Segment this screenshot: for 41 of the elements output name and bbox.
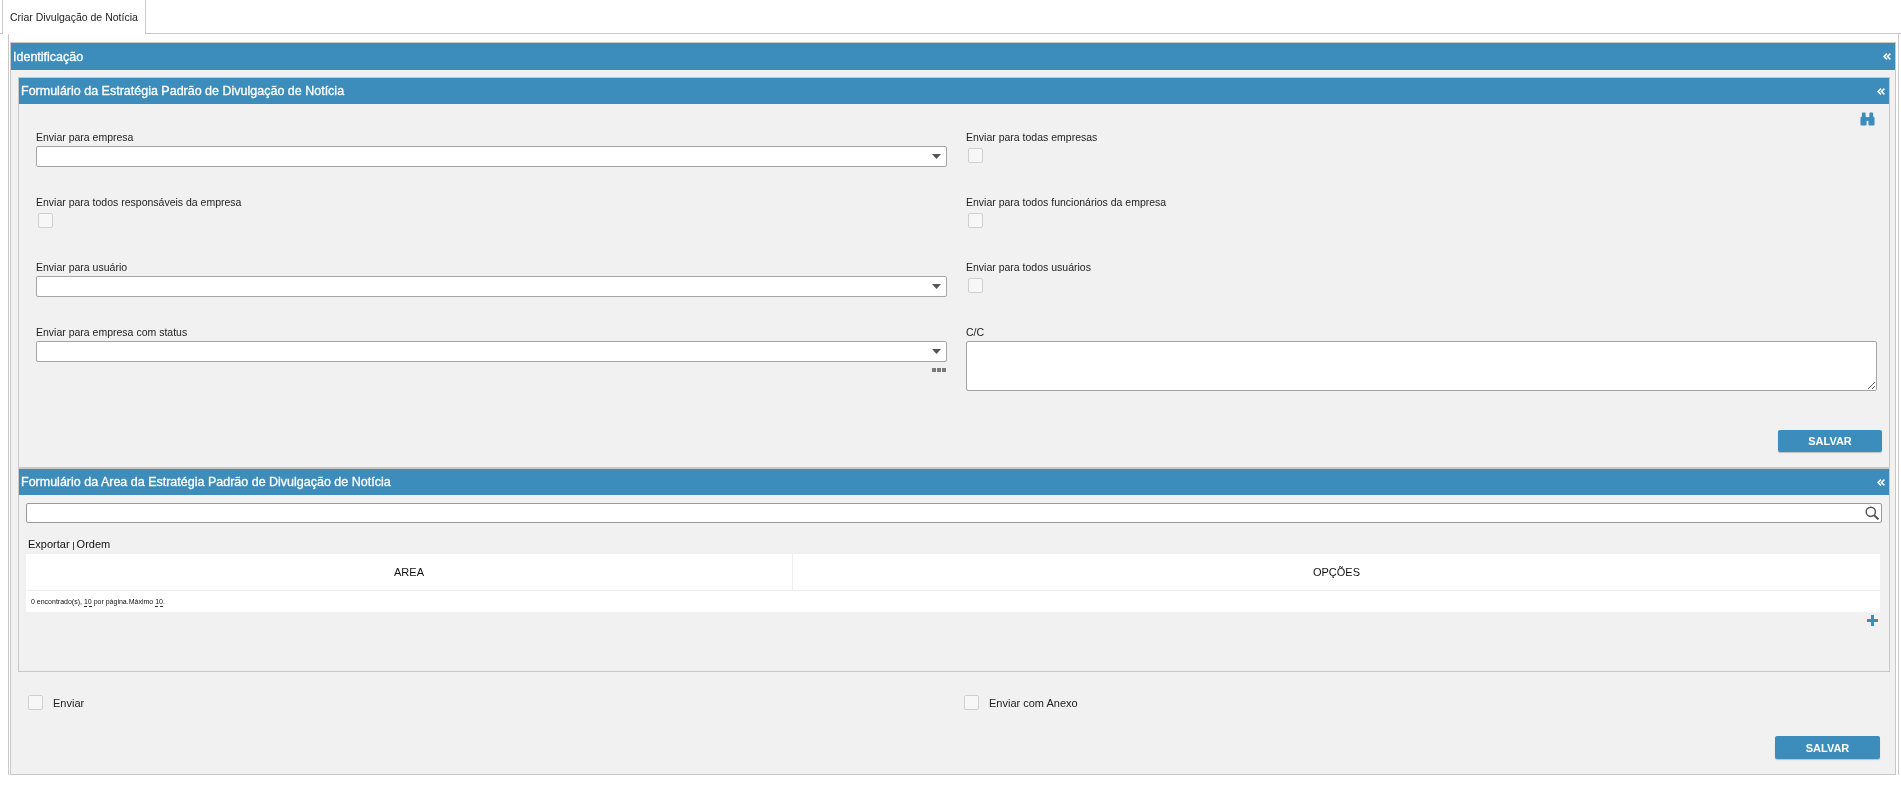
table-action-link[interactable]: Exportar [28,538,70,551]
caret-icon [932,154,941,159]
field-label: Enviar para todos responsáveis da empresa [36,196,242,209]
checkbox[interactable] [968,213,983,228]
dropdown-field[interactable] [36,146,947,167]
column-header: AREA [26,554,792,591]
text-area-field[interactable] [966,341,1877,391]
field-label: Enviar para todas empresas [966,131,1098,144]
caret-icon [932,284,941,289]
plus-icon[interactable] [1867,615,1878,626]
checkbox[interactable] [968,278,983,293]
checkbox[interactable] [968,148,983,163]
panel-title: Identificação [13,48,84,65]
save-button[interactable]: SALVAR [1775,736,1880,759]
checkbox[interactable] [964,695,979,710]
field-label: Enviar para empresa com status [36,326,188,339]
field-label: C/C [966,326,985,339]
dropdown-field[interactable] [36,341,947,362]
column-header: OPÇÕES [792,554,1880,591]
double-chevron-icon[interactable] [1877,87,1885,95]
field-label: Enviar para empresa [36,131,134,144]
field-label: Enviar para todos funcionários da empresa [966,196,1167,209]
panel-title: Formulário da Estratégia Padrão de Divulgação de Notícia [21,83,345,99]
field-label: Enviar para usuário [36,261,128,274]
save-button[interactable]: SALVAR [1778,430,1882,452]
double-chevron-icon[interactable] [1877,478,1885,486]
panel-title: Formulário da Area da Estratégia Padrão de Divulgação de Notícia [21,474,391,490]
binoculars-icon[interactable] [1860,112,1875,126]
checkbox-label: Enviar com Anexo [989,696,1078,709]
ellipsis-icon[interactable] [932,368,946,372]
double-chevron-icon[interactable] [1883,53,1891,60]
page-tab[interactable]: Criar Divulgação de Notícia [2,0,146,34]
search-field[interactable] [26,503,1882,523]
checkbox[interactable] [28,695,43,710]
checkbox[interactable] [38,213,53,228]
dropdown-field[interactable] [36,276,947,297]
caret-icon [932,349,941,354]
checkbox-label: Enviar [53,696,85,709]
search-icon[interactable] [1865,506,1879,520]
table-action-link[interactable]: Ordem [76,538,111,551]
field-label: Enviar para todos usuários [966,261,1091,274]
